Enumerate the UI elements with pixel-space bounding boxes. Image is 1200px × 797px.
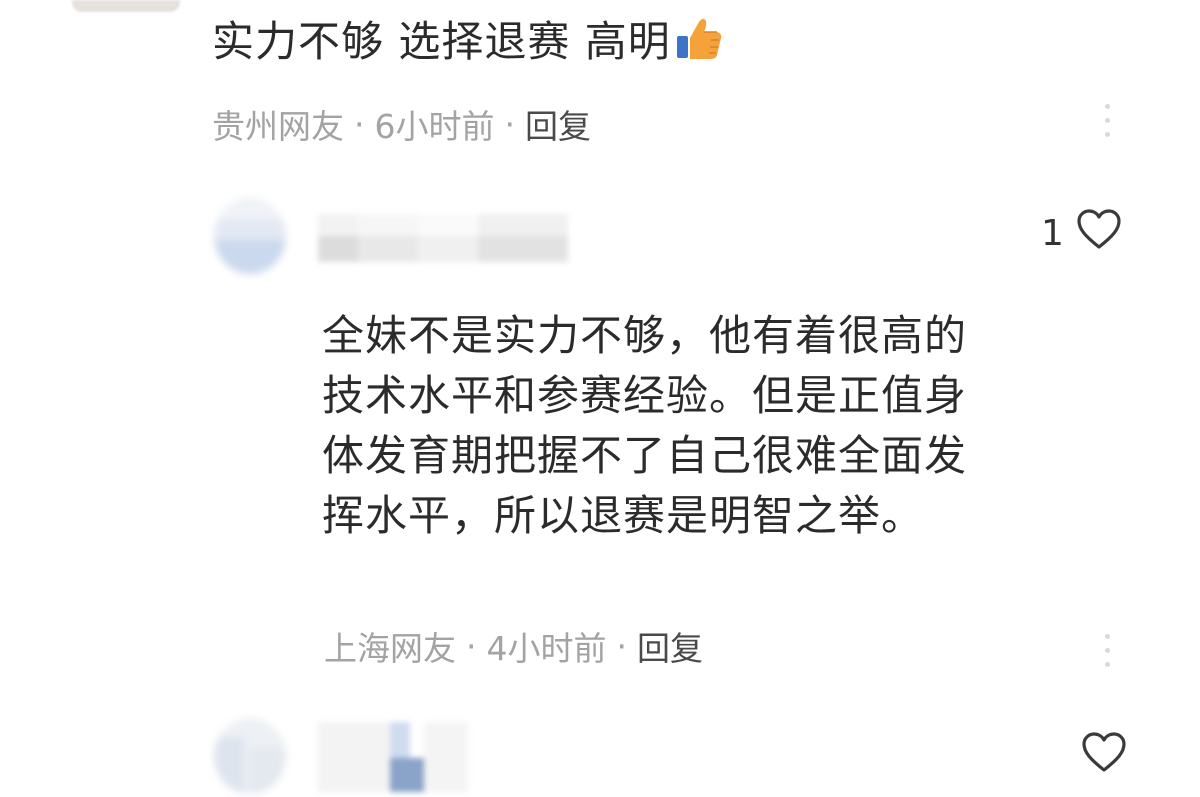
comment-line: 体发育期把握不了自己很难全面发 xyxy=(322,431,968,480)
comment-line: 挥水平，所以退赛是明智之举。 xyxy=(322,491,925,540)
separator: · xyxy=(466,626,477,666)
like-button[interactable] xyxy=(1081,731,1127,782)
username-blurred[interactable] xyxy=(318,214,568,262)
more-options-icon[interactable] xyxy=(1103,104,1111,137)
comment-text: 实力不够 选择退赛 高明 xyxy=(212,10,723,80)
comment-meta: 上海网友 · 4小时前 · 回复 xyxy=(324,622,703,670)
like-count: 1 xyxy=(1041,213,1064,254)
comment-meta: 贵州网友 · 6小时前 · 回复 xyxy=(212,100,591,148)
comment-thread: 实力不够 选择退赛 高明 贵州网友 · 6小时前 · 回复 1 全妹不是实力不够… xyxy=(0,0,1200,797)
avatar[interactable] xyxy=(214,718,286,794)
more-options-icon[interactable] xyxy=(1103,634,1111,667)
comment-location: 贵州网友 xyxy=(212,107,344,146)
comment-location: 上海网友 xyxy=(324,629,456,668)
separator: · xyxy=(354,104,365,144)
username-blurred[interactable] xyxy=(318,722,468,792)
comment-time: 4小时前 xyxy=(486,629,607,668)
thumbs-up-icon xyxy=(673,16,723,80)
like-button[interactable]: 1 xyxy=(1041,208,1122,259)
reply-button[interactable]: 回复 xyxy=(525,100,591,148)
heart-icon xyxy=(1081,731,1127,782)
comment-line: 全妹不是实力不够，他有着很高的 xyxy=(322,311,968,360)
comment-text: 全妹不是实力不够，他有着很高的 技术水平和参赛经验。但是正值身 体发育期把握不了… xyxy=(322,306,1082,546)
avatar[interactable] xyxy=(72,0,180,12)
separator: · xyxy=(504,104,516,144)
comment-line: 技术水平和参赛经验。但是正值身 xyxy=(322,371,968,420)
comment-time: 6小时前 xyxy=(374,107,495,146)
avatar[interactable] xyxy=(214,198,286,274)
heart-icon xyxy=(1076,208,1122,259)
comment-body: 实力不够 选择退赛 高明 xyxy=(212,17,671,66)
separator: · xyxy=(616,626,628,666)
reply-button[interactable]: 回复 xyxy=(637,622,703,670)
